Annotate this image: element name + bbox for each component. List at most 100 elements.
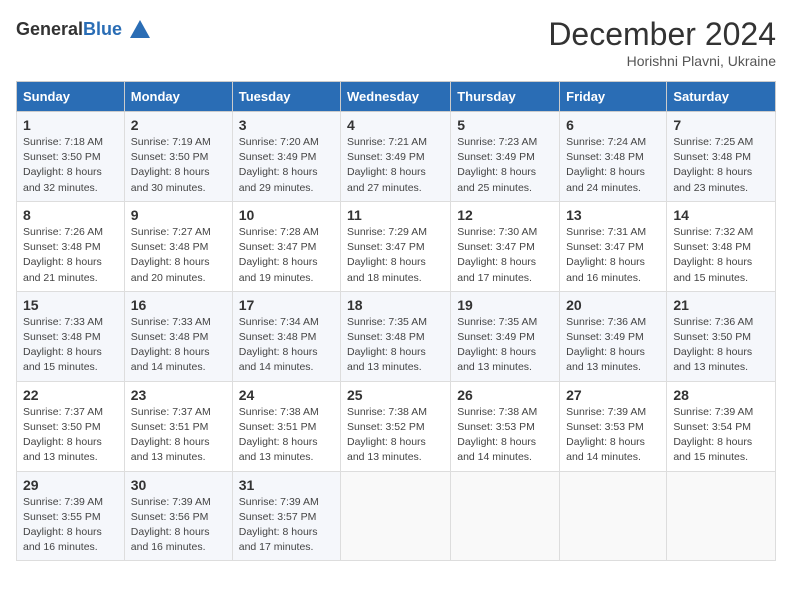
day-info: Sunrise: 7:39 AMSunset: 3:56 PMDaylight:… [131,495,226,556]
logo-icon [126,16,154,44]
calendar-cell: 21 Sunrise: 7:36 AMSunset: 3:50 PMDaylig… [667,291,776,381]
day-number: 21 [673,297,769,313]
day-number: 28 [673,387,769,403]
day-number: 12 [457,207,553,223]
day-number: 30 [131,477,226,493]
calendar-cell: 20 Sunrise: 7:36 AMSunset: 3:49 PMDaylig… [560,291,667,381]
calendar-cell [667,471,776,561]
day-number: 15 [23,297,118,313]
day-info: Sunrise: 7:24 AMSunset: 3:48 PMDaylight:… [566,135,660,196]
calendar-cell: 12 Sunrise: 7:30 AMSunset: 3:47 PMDaylig… [451,201,560,291]
day-info: Sunrise: 7:29 AMSunset: 3:47 PMDaylight:… [347,225,444,286]
day-number: 27 [566,387,660,403]
day-info: Sunrise: 7:37 AMSunset: 3:50 PMDaylight:… [23,405,118,466]
day-number: 14 [673,207,769,223]
calendar-cell: 25 Sunrise: 7:38 AMSunset: 3:52 PMDaylig… [341,381,451,471]
calendar-cell: 19 Sunrise: 7:35 AMSunset: 3:49 PMDaylig… [451,291,560,381]
month-title: December 2024 [548,16,776,53]
header-row: Sunday Monday Tuesday Wednesday Thursday… [17,82,776,112]
day-info: Sunrise: 7:39 AMSunset: 3:57 PMDaylight:… [239,495,334,556]
header-monday: Monday [124,82,232,112]
title-section: December 2024 Horishni Plavni, Ukraine [548,16,776,69]
calendar-cell: 13 Sunrise: 7:31 AMSunset: 3:47 PMDaylig… [560,201,667,291]
day-info: Sunrise: 7:20 AMSunset: 3:49 PMDaylight:… [239,135,334,196]
calendar-cell: 9 Sunrise: 7:27 AMSunset: 3:48 PMDayligh… [124,201,232,291]
day-info: Sunrise: 7:37 AMSunset: 3:51 PMDaylight:… [131,405,226,466]
day-number: 1 [23,117,118,133]
calendar-week-2: 8 Sunrise: 7:26 AMSunset: 3:48 PMDayligh… [17,201,776,291]
calendar-cell: 26 Sunrise: 7:38 AMSunset: 3:53 PMDaylig… [451,381,560,471]
day-info: Sunrise: 7:23 AMSunset: 3:49 PMDaylight:… [457,135,553,196]
day-info: Sunrise: 7:33 AMSunset: 3:48 PMDaylight:… [23,315,118,376]
calendar-cell [560,471,667,561]
day-number: 26 [457,387,553,403]
calendar-cell: 8 Sunrise: 7:26 AMSunset: 3:48 PMDayligh… [17,201,125,291]
day-info: Sunrise: 7:33 AMSunset: 3:48 PMDaylight:… [131,315,226,376]
day-info: Sunrise: 7:38 AMSunset: 3:51 PMDaylight:… [239,405,334,466]
day-number: 20 [566,297,660,313]
header-sunday: Sunday [17,82,125,112]
logo-text: GeneralBlue [16,20,122,40]
day-number: 9 [131,207,226,223]
day-number: 31 [239,477,334,493]
calendar-body: 1 Sunrise: 7:18 AMSunset: 3:50 PMDayligh… [17,112,776,561]
location-subtitle: Horishni Plavni, Ukraine [548,53,776,69]
day-info: Sunrise: 7:35 AMSunset: 3:49 PMDaylight:… [457,315,553,376]
calendar-week-3: 15 Sunrise: 7:33 AMSunset: 3:48 PMDaylig… [17,291,776,381]
day-number: 3 [239,117,334,133]
calendar-cell: 23 Sunrise: 7:37 AMSunset: 3:51 PMDaylig… [124,381,232,471]
day-info: Sunrise: 7:25 AMSunset: 3:48 PMDaylight:… [673,135,769,196]
header-wednesday: Wednesday [341,82,451,112]
calendar-cell: 15 Sunrise: 7:33 AMSunset: 3:48 PMDaylig… [17,291,125,381]
day-info: Sunrise: 7:36 AMSunset: 3:49 PMDaylight:… [566,315,660,376]
calendar-cell: 27 Sunrise: 7:39 AMSunset: 3:53 PMDaylig… [560,381,667,471]
header-friday: Friday [560,82,667,112]
day-number: 7 [673,117,769,133]
calendar-cell: 28 Sunrise: 7:39 AMSunset: 3:54 PMDaylig… [667,381,776,471]
calendar-cell: 24 Sunrise: 7:38 AMSunset: 3:51 PMDaylig… [232,381,340,471]
day-number: 11 [347,207,444,223]
day-info: Sunrise: 7:31 AMSunset: 3:47 PMDaylight:… [566,225,660,286]
day-info: Sunrise: 7:39 AMSunset: 3:54 PMDaylight:… [673,405,769,466]
calendar-table: Sunday Monday Tuesday Wednesday Thursday… [16,81,776,561]
day-info: Sunrise: 7:28 AMSunset: 3:47 PMDaylight:… [239,225,334,286]
calendar-week-1: 1 Sunrise: 7:18 AMSunset: 3:50 PMDayligh… [17,112,776,202]
day-number: 13 [566,207,660,223]
calendar-cell: 17 Sunrise: 7:34 AMSunset: 3:48 PMDaylig… [232,291,340,381]
day-info: Sunrise: 7:38 AMSunset: 3:52 PMDaylight:… [347,405,444,466]
day-info: Sunrise: 7:35 AMSunset: 3:48 PMDaylight:… [347,315,444,376]
day-number: 5 [457,117,553,133]
calendar-cell: 29 Sunrise: 7:39 AMSunset: 3:55 PMDaylig… [17,471,125,561]
day-info: Sunrise: 7:39 AMSunset: 3:53 PMDaylight:… [566,405,660,466]
calendar-week-5: 29 Sunrise: 7:39 AMSunset: 3:55 PMDaylig… [17,471,776,561]
day-info: Sunrise: 7:27 AMSunset: 3:48 PMDaylight:… [131,225,226,286]
header-tuesday: Tuesday [232,82,340,112]
day-info: Sunrise: 7:34 AMSunset: 3:48 PMDaylight:… [239,315,334,376]
logo: GeneralBlue [16,16,154,44]
calendar-cell: 30 Sunrise: 7:39 AMSunset: 3:56 PMDaylig… [124,471,232,561]
day-info: Sunrise: 7:30 AMSunset: 3:47 PMDaylight:… [457,225,553,286]
day-number: 4 [347,117,444,133]
day-info: Sunrise: 7:38 AMSunset: 3:53 PMDaylight:… [457,405,553,466]
day-number: 22 [23,387,118,403]
day-number: 24 [239,387,334,403]
calendar-cell: 6 Sunrise: 7:24 AMSunset: 3:48 PMDayligh… [560,112,667,202]
calendar-cell [341,471,451,561]
day-number: 25 [347,387,444,403]
calendar-cell: 18 Sunrise: 7:35 AMSunset: 3:48 PMDaylig… [341,291,451,381]
calendar-week-4: 22 Sunrise: 7:37 AMSunset: 3:50 PMDaylig… [17,381,776,471]
day-info: Sunrise: 7:19 AMSunset: 3:50 PMDaylight:… [131,135,226,196]
calendar-cell: 5 Sunrise: 7:23 AMSunset: 3:49 PMDayligh… [451,112,560,202]
calendar-cell: 7 Sunrise: 7:25 AMSunset: 3:48 PMDayligh… [667,112,776,202]
day-number: 16 [131,297,226,313]
calendar-cell: 11 Sunrise: 7:29 AMSunset: 3:47 PMDaylig… [341,201,451,291]
calendar-header: Sunday Monday Tuesday Wednesday Thursday… [17,82,776,112]
logo-general: GeneralBlue [16,22,122,39]
day-info: Sunrise: 7:21 AMSunset: 3:49 PMDaylight:… [347,135,444,196]
page-header: GeneralBlue December 2024 Horishni Plavn… [16,16,776,69]
header-thursday: Thursday [451,82,560,112]
day-number: 23 [131,387,226,403]
day-number: 8 [23,207,118,223]
day-number: 29 [23,477,118,493]
calendar-cell: 31 Sunrise: 7:39 AMSunset: 3:57 PMDaylig… [232,471,340,561]
